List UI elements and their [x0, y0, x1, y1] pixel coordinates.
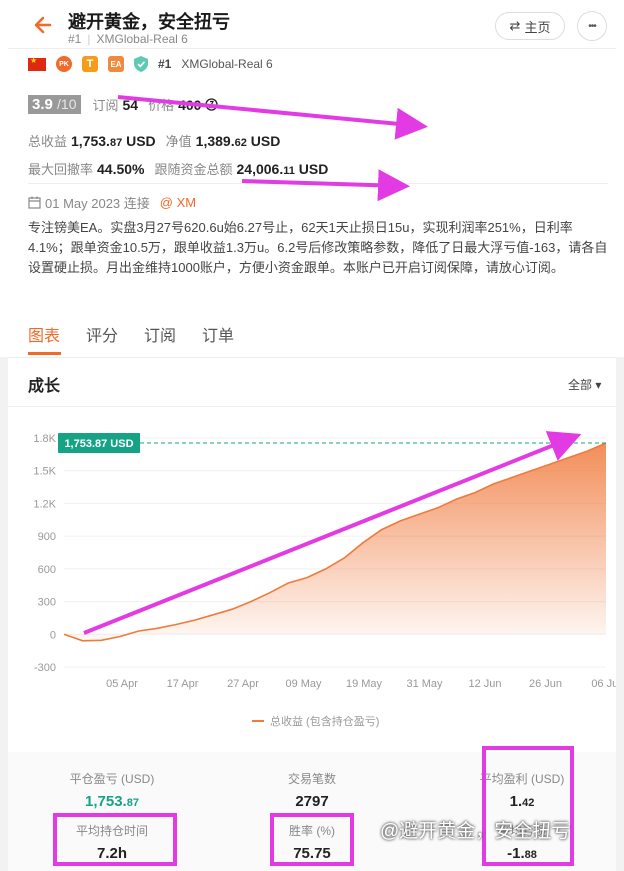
swap-icon: ⇄ — [509, 18, 521, 33]
score-max: /10 — [57, 96, 77, 112]
follow-label: 跟随资金总额 — [154, 162, 233, 177]
t-badge-icon: T — [82, 56, 98, 72]
price-label: 价格 — [148, 98, 175, 113]
y-tick-label: -300 — [34, 662, 56, 674]
tab-orders[interactable]: 订单 — [202, 322, 234, 346]
trades-value: 2797 — [295, 793, 329, 810]
highlight-box-avg — [482, 746, 574, 866]
x-tick-label: 17 Apr — [167, 678, 199, 690]
active-tab-indicator — [28, 352, 61, 355]
x-tick-label: 19 May — [346, 678, 383, 690]
strategy-description: 专注镑美EA。实盘3月27号620.6u始6.27号止，62天1天止损日15u，… — [28, 220, 608, 275]
closed-pnl-metric: 平仓盈亏 (USD) 1,753.87 — [22, 770, 202, 810]
tabs-divider — [8, 357, 616, 358]
equity-value: 1,389.62 USD — [195, 133, 281, 149]
date-text: 01 May 2023 连接 — [45, 196, 150, 211]
total-profit-label: 总收益 — [28, 134, 68, 149]
back-arrow-icon[interactable] — [28, 10, 58, 40]
range-dropdown[interactable]: 全部 ▾ — [568, 376, 601, 393]
shield-check-icon — [134, 56, 148, 72]
y-tick-label: 1.5K — [33, 466, 56, 478]
drawdown-label: 最大回撤率 — [28, 162, 94, 177]
drawdown-row: 最大回撤率 44.50% 跟随资金总额 24,006.11 USD — [28, 159, 328, 178]
closed-pnl-value: 1,753.87 — [85, 793, 139, 810]
tab-subscribe[interactable]: 订阅 — [144, 322, 176, 346]
profit-row: 总收益 1,753.87 USD 净值 1,389.62 USD — [28, 131, 280, 150]
more-icon: ••• — [588, 20, 596, 32]
account-subline: #1 | XMGlobal-Real 6 — [68, 32, 188, 46]
trades-label: 交易笔数 — [287, 772, 336, 786]
y-tick-label: 1.2K — [33, 498, 56, 510]
stats-divider — [28, 183, 608, 184]
badge-row: PK T EA #1 XMGlobal-Real 6 — [28, 56, 273, 72]
subs-label: 订阅 — [92, 98, 119, 113]
x-tick-label: 06 Jul — [591, 678, 616, 690]
growth-chart-panel: 1.8K 1.5K 1.2K 900 600 300 0 -300 1,753.87 USD 05… — [8, 408, 621, 748]
more-button[interactable]: ••• — [577, 11, 607, 41]
x-tick-label: 05 Apr — [106, 678, 138, 690]
home-button[interactable]: ⇄ 主页 — [495, 12, 565, 40]
current-value-label: 1,753.87 USD — [64, 438, 133, 450]
price-value: 400 — [178, 96, 202, 113]
legend-label: 总收益 (包含持仓盈亏) — [270, 714, 379, 728]
header-divider — [8, 48, 616, 49]
ea-badge-icon: EA — [108, 56, 124, 72]
right-gutter — [616, 357, 624, 871]
highlight-box-hold — [53, 813, 177, 866]
total-profit-value: 1,753.87 USD — [71, 133, 156, 149]
closed-pnl-label: 平仓盈亏 (USD) — [69, 772, 155, 786]
y-tick-label: 600 — [38, 564, 56, 576]
score-value: 3.9 — [32, 96, 53, 113]
china-flag-icon — [28, 56, 46, 71]
left-gutter — [0, 357, 8, 871]
calendar-icon — [28, 196, 41, 209]
highlight-box-winrate — [270, 813, 354, 866]
connect-date: 01 May 2023 连接 @ XM — [28, 193, 196, 212]
trades-metric: 交易笔数 2797 — [222, 770, 402, 810]
rank-badge: #1 — [158, 57, 172, 71]
app-header: 避开黄金，安全扭亏 #1 | XMGlobal-Real 6 ⇄ 主页 ••• — [0, 0, 624, 50]
score-row: 3.9 /10 订阅 54 价格 400 — [28, 95, 219, 114]
pk-badge-icon: PK — [56, 56, 72, 72]
account-name: XMGlobal-Real 6 — [96, 32, 188, 46]
section-divider — [8, 406, 616, 407]
y-tick-label: 1.8K — [33, 433, 56, 445]
badge-account: XMGlobal-Real 6 — [181, 57, 273, 71]
watermark: @避开黄金，安全扭亏 — [380, 821, 571, 842]
equity-label: 净值 — [165, 134, 192, 149]
rank-text: #1 — [68, 32, 82, 46]
y-tick-label: 0 — [50, 629, 56, 641]
x-tick-label: 27 Apr — [227, 678, 259, 690]
section-title: 成长 — [28, 378, 61, 395]
subs-value: 54 — [122, 96, 139, 113]
y-tick-label: 900 — [38, 531, 56, 543]
tab-bar: 图表 评分 订阅 订单 — [28, 322, 234, 346]
y-tick-label: 300 — [38, 597, 56, 609]
x-tick-label: 12 Jun — [468, 678, 501, 690]
drawdown-value: 44.50% — [97, 161, 145, 177]
page-title: 避开黄金，安全扭亏 — [68, 12, 230, 32]
x-tick-label: 26 Jun — [529, 678, 562, 690]
growth-chart: 1.8K 1.5K 1.2K 900 600 300 0 -300 1,753.87 USD 05… — [33, 433, 620, 728]
follow-value: 24,006.11 USD — [236, 161, 329, 177]
home-button-label: 主页 — [524, 19, 551, 35]
score-badge: 3.9 /10 — [28, 95, 81, 114]
x-tick-label: 09 May — [285, 678, 322, 690]
broker-link[interactable]: @ XM — [160, 195, 196, 210]
tab-chart[interactable]: 图表 — [28, 322, 60, 346]
coin-icon — [205, 98, 219, 111]
tab-rating[interactable]: 评分 — [86, 322, 118, 346]
x-tick-label: 31 May — [406, 678, 443, 690]
